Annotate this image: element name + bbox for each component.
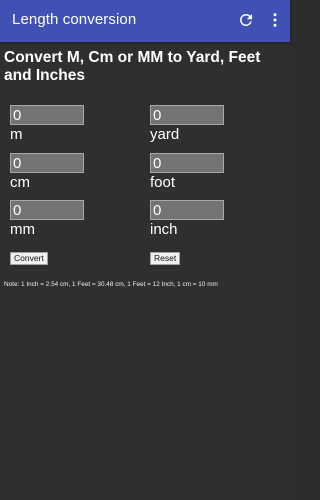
centimeter-input[interactable] (10, 153, 84, 173)
meter-label: m (10, 126, 23, 143)
more-options-button[interactable] (264, 9, 286, 31)
inch-input[interactable] (150, 200, 224, 220)
foot-field-group: foot (150, 153, 280, 191)
refresh-button[interactable] (235, 9, 257, 31)
millimeter-label: mm (10, 221, 35, 238)
meter-input[interactable] (10, 105, 84, 125)
inch-field-group: inch (150, 200, 280, 238)
reset-button[interactable]: Reset (150, 252, 181, 265)
inch-label: inch (150, 221, 178, 238)
meter-field-group: m (10, 105, 140, 143)
yard-input[interactable] (150, 105, 224, 125)
convert-button[interactable]: Convert (10, 252, 48, 265)
millimeter-input[interactable] (10, 200, 84, 220)
centimeter-field-group: cm (10, 153, 140, 191)
app-bar: Length conversion (0, 0, 290, 42)
conversion-note: Note: 1 Inch = 2.54 cm, 1 Feet = 30.48 c… (4, 281, 218, 288)
yard-field-group: yard (150, 105, 280, 143)
foot-input[interactable] (150, 153, 224, 173)
yard-label: yard (150, 126, 180, 143)
page-heading: Convert M, Cm or MM to Yard, Feet and In… (4, 49, 261, 84)
app-screen: Length conversion Convert M, Cm or MM to… (0, 0, 290, 500)
more-vert-icon (273, 13, 277, 27)
app-title: Length conversion (12, 11, 137, 28)
refresh-icon (239, 13, 252, 26)
centimeter-label: cm (10, 174, 30, 191)
millimeter-field-group: mm (10, 200, 140, 238)
foot-label: foot (150, 174, 176, 191)
